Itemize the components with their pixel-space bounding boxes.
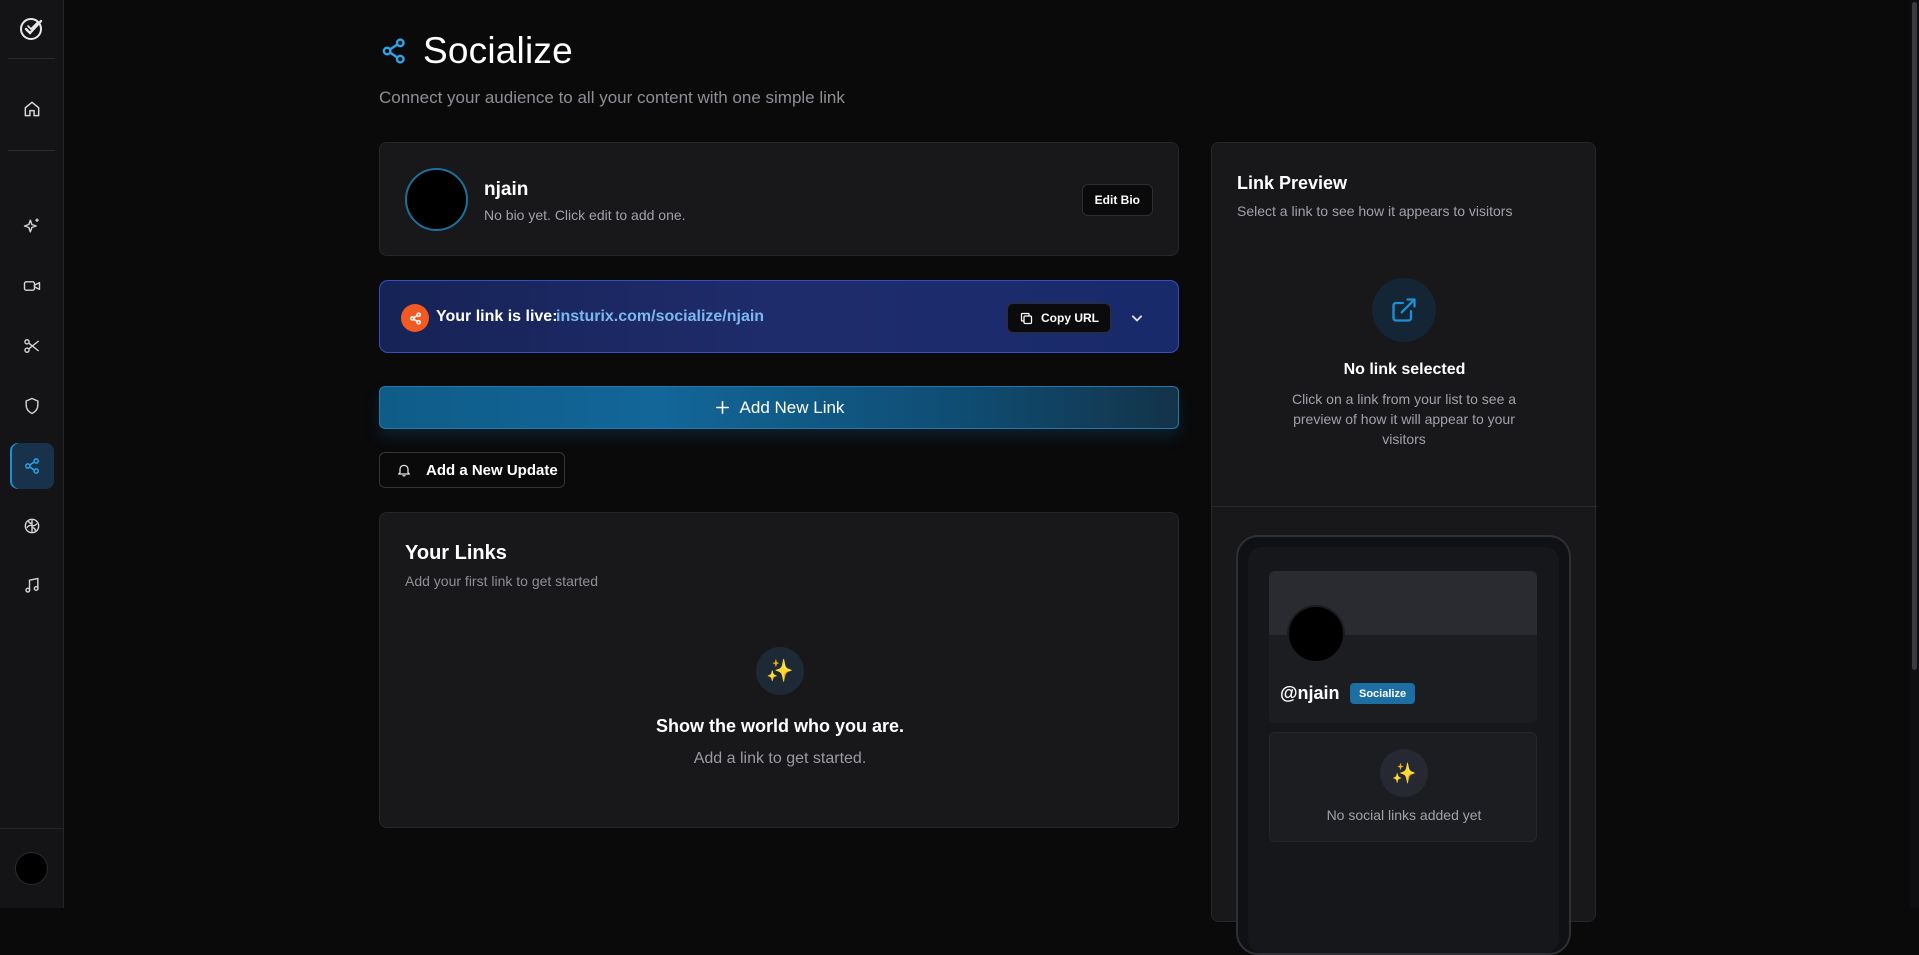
add-update-button[interactable]: Add a New Update (379, 452, 565, 488)
page-header: Socialize Connect your audience to all y… (379, 30, 845, 108)
preview-empty-title: No link selected (1343, 361, 1466, 378)
profile-avatar[interactable] (405, 168, 468, 231)
sidebar-divider (0, 828, 64, 829)
preview-divider (1212, 506, 1597, 507)
share-icon (401, 304, 429, 332)
phone-socialize-badge: Socialize (1350, 683, 1416, 704)
share-icon (25, 458, 40, 474)
sparkles-icon (23, 218, 39, 233)
sidebar-divider (8, 58, 55, 59)
links-empty-subtitle: Add a link to get started. (693, 750, 867, 767)
video-icon (23, 281, 41, 291)
music-icon (25, 577, 39, 593)
sparkles-icon: ✨ (1380, 749, 1428, 797)
phone-handle: @njain (1280, 683, 1340, 703)
phone-screen: @njain Socialize ✨ No social links added… (1248, 547, 1559, 953)
copy-icon (1020, 312, 1033, 324)
profile-name: njain (484, 179, 529, 200)
copy-url-label: Copy URL (1041, 311, 1099, 325)
shield-icon (25, 397, 39, 415)
links-subtitle: Add your first link to get started (405, 573, 598, 589)
phone-profile-card: @njain Socialize (1269, 571, 1537, 723)
home-icon (24, 101, 40, 117)
copy-url-button[interactable]: Copy URL (1007, 303, 1111, 333)
profile-card: njain No bio yet. Click edit to add one.… (379, 142, 1179, 256)
sparkles-icon: ✨ (756, 647, 804, 695)
title-row: Socialize (379, 30, 845, 72)
links-empty-title: Show the world who you are. (655, 716, 905, 736)
sidebar-item-home[interactable] (10, 86, 54, 132)
scissors-icon (24, 339, 40, 353)
app-logo-icon[interactable] (19, 16, 45, 42)
plus-icon (715, 401, 729, 414)
share-icon (382, 38, 405, 64)
phone-social-empty: No social links added yet (1326, 807, 1482, 823)
scrollbar-thumb[interactable] (1912, 2, 1917, 670)
sidebar-item-ai[interactable] (10, 203, 54, 249)
preview-empty-subtitle: Click on a link from your list to see a … (1291, 391, 1517, 447)
phone-social-links: ✨ No social links added yet (1269, 732, 1537, 842)
sidebar-item-security[interactable] (10, 383, 54, 429)
add-new-link-label: Add New Link (739, 397, 845, 417)
sidebar-item-socialize[interactable] (10, 443, 54, 489)
link-preview-panel: Link Preview Select a link to see how it… (1211, 142, 1597, 955)
page-title: Socialize (423, 30, 573, 71)
sidebar (0, 0, 64, 908)
sidebar-item-music[interactable] (10, 563, 54, 609)
links-title: Your Links (405, 542, 507, 564)
bell-icon (398, 464, 410, 477)
sidebar-divider (8, 150, 55, 151)
chevron-down-icon[interactable] (1127, 308, 1147, 328)
live-link-label: Your link is live: (436, 308, 558, 325)
user-avatar[interactable] (15, 852, 48, 885)
page-subtitle: Connect your audience to all your conten… (379, 88, 845, 107)
sidebar-item-video[interactable] (10, 263, 54, 309)
edit-bio-button[interactable]: Edit Bio (1081, 184, 1153, 216)
phone-mockup: @njain Socialize ✨ No social links added… (1236, 535, 1571, 955)
preview-title: Link Preview (1237, 173, 1348, 193)
profile-bio: No bio yet. Click edit to add one. (484, 207, 686, 223)
add-update-label: Add a New Update (426, 461, 558, 479)
preview-subtitle: Select a link to see how it appears to v… (1237, 203, 1513, 219)
sidebar-item-clips[interactable] (10, 323, 54, 369)
add-new-link-button[interactable]: Add New Link (379, 386, 1179, 429)
your-links-card: Your Links Add your first link to get st… (379, 512, 1179, 828)
brain-icon (24, 518, 40, 534)
sidebar-item-brain[interactable] (10, 503, 54, 549)
external-link-icon (1372, 278, 1436, 342)
phone-avatar (1287, 605, 1345, 663)
live-link-url[interactable]: insturix.com/socialize/njain (556, 308, 764, 326)
live-link-bar: Your link is live: insturix.com/socializ… (379, 280, 1179, 353)
